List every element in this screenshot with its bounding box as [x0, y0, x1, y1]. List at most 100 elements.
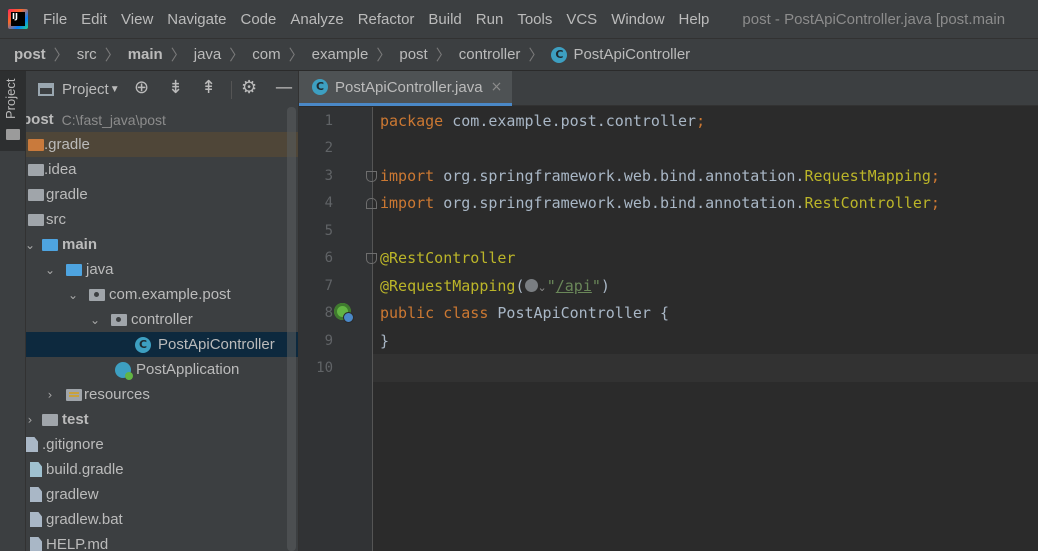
code-line-3[interactable]: 3 import org.springframework.web.bind.an… — [299, 162, 1038, 190]
chevron-down-icon[interactable]: ⌄ — [26, 238, 36, 252]
string-token: " — [546, 277, 556, 295]
folder-icon — [28, 163, 44, 176]
toolbar-separator — [231, 81, 232, 99]
menu-edit[interactable]: Edit — [81, 11, 107, 28]
breadcrumb-item[interactable]: java — [194, 46, 222, 63]
tree-item-gradlew[interactable]: gradlew — [26, 482, 298, 507]
chevron-down-icon[interactable]: ⌄ — [89, 313, 101, 327]
tree-item-src[interactable]: src — [26, 207, 298, 232]
code-lines: 1 package com.example.post.controller; 2… — [299, 107, 1038, 551]
chevron-right-icon: 〉 — [229, 47, 245, 64]
url-link-token[interactable]: /api — [556, 277, 592, 295]
locate-target-icon[interactable]: ⊕ — [134, 77, 149, 98]
code-line-6[interactable]: 6 @RestController — [299, 244, 1038, 272]
menu-run[interactable]: Run — [476, 11, 504, 28]
chevron-right-icon[interactable]: › — [26, 413, 36, 427]
code-token: PostApiController { — [488, 304, 669, 322]
code-line-2[interactable]: 2 — [299, 134, 1038, 162]
expand-all-icon[interactable]: ⇟ — [168, 77, 183, 98]
menu-view[interactable]: View — [121, 11, 153, 28]
code-line-9[interactable]: 9 } — [299, 327, 1038, 355]
editor-tab-post-api-controller[interactable]: C PostApiController.java × — [299, 71, 512, 106]
tree-item-package-com-example-post[interactable]: ⌄ com.example.post — [26, 282, 298, 307]
fold-icon[interactable] — [366, 198, 377, 209]
menu-navigate[interactable]: Navigate — [167, 11, 226, 28]
close-icon[interactable]: × — [491, 79, 503, 95]
chevron-right-icon: 〉 — [104, 47, 120, 64]
tree-item-help-md[interactable]: HELP.md — [26, 532, 298, 551]
menu-bar: File Edit View Navigate Code Analyze Ref… — [0, 0, 1038, 38]
project-panel-scrollbar[interactable] — [287, 107, 296, 551]
keyword-token: public — [380, 304, 435, 322]
dropdown-arrow-icon[interactable]: ▼ — [110, 84, 120, 95]
collapse-all-icon[interactable]: ⇞ — [201, 77, 216, 98]
gear-icon[interactable]: ⚙ — [241, 77, 257, 98]
tree-item-gradlew-bat[interactable]: gradlew.bat — [26, 507, 298, 532]
tree-item-post-api-controller[interactable]: C PostApiController — [26, 332, 298, 357]
project-path: C:\fast_java\post — [61, 111, 166, 128]
tree-item-java[interactable]: ⌄ java — [26, 257, 298, 282]
tree-item-test[interactable]: › test — [26, 407, 298, 432]
menu-vcs[interactable]: VCS — [566, 11, 597, 28]
code-line-7[interactable]: 7 @RequestMapping(⌄"/api") — [299, 272, 1038, 300]
tree-item-post[interactable]: post C:\fast_java\post — [26, 107, 298, 132]
fold-icon[interactable] — [366, 253, 377, 264]
breadcrumb-item[interactable]: post — [399, 46, 427, 63]
tree-item-post-application[interactable]: PostApplication — [26, 357, 298, 382]
chevron-right-icon: 〉 — [435, 47, 451, 64]
tree-item-build-gradle[interactable]: build.gradle — [26, 457, 298, 482]
breadcrumb-item[interactable]: controller — [459, 46, 521, 63]
package-icon — [111, 313, 127, 326]
menu-refactor[interactable]: Refactor — [358, 11, 415, 28]
annotation-token: @RestController — [380, 249, 516, 267]
project-view-icon — [38, 82, 54, 96]
line-number: 2 — [324, 140, 333, 156]
tree-item-main[interactable]: ⌄ main — [26, 232, 298, 257]
punctuation-token: ; — [696, 112, 706, 130]
fold-icon[interactable] — [366, 171, 377, 182]
spring-bean-gutter-icon[interactable] — [334, 303, 354, 323]
java-class-icon: C — [135, 336, 151, 353]
project-view-selector[interactable]: Project — [62, 81, 109, 98]
chevron-down-icon[interactable]: ⌄ — [67, 288, 79, 302]
menu-analyze[interactable]: Analyze — [290, 11, 343, 28]
breadcrumb-item[interactable]: example — [312, 46, 369, 63]
project-tool-window-button[interactable]: Project — [0, 71, 26, 151]
code-line-8[interactable]: 8 public class PostApiController { — [299, 299, 1038, 327]
tree-item-package-controller[interactable]: ⌄ controller — [26, 307, 298, 332]
chevron-right-icon[interactable]: › — [44, 388, 56, 402]
code-line-10[interactable]: 10 — [299, 354, 1038, 382]
code-line-4[interactable]: 4 import org.springframework.web.bind.an… — [299, 189, 1038, 217]
code-line-5[interactable]: 5 — [299, 217, 1038, 245]
tree-item-resources[interactable]: › resources — [26, 382, 298, 407]
menu-tools[interactable]: Tools — [517, 11, 552, 28]
line-number: 7 — [324, 278, 333, 294]
tree-item-gradle-cache[interactable]: .gradle — [26, 132, 298, 157]
keyword-token: import — [380, 194, 435, 212]
chevron-down-icon[interactable]: ⌄ — [44, 263, 56, 277]
breadcrumb-item[interactable]: PostApiController — [573, 46, 690, 63]
menu-build[interactable]: Build — [428, 11, 461, 28]
breadcrumb-item[interactable]: com — [252, 46, 280, 63]
tree-item-gradle[interactable]: gradle — [26, 182, 298, 207]
menu-window[interactable]: Window — [611, 11, 664, 28]
menu-code[interactable]: Code — [240, 11, 276, 28]
globe-icon[interactable] — [524, 279, 538, 292]
string-token: " — [591, 277, 601, 295]
tree-item-gitignore[interactable]: .gitignore — [26, 432, 298, 457]
menu-help[interactable]: Help — [679, 11, 710, 28]
tree-item-label: com.example.post — [109, 286, 231, 303]
source-root-folder-icon — [42, 238, 58, 251]
menu-file[interactable]: File — [43, 11, 67, 28]
chevron-down-icon[interactable]: ⌄ — [538, 281, 547, 294]
tree-item-idea[interactable]: .idea — [26, 157, 298, 182]
line-number: 9 — [324, 333, 333, 349]
hide-panel-icon[interactable]: — — [275, 77, 293, 98]
breadcrumb-item[interactable]: src — [77, 46, 97, 63]
breadcrumb-item[interactable]: main — [128, 46, 163, 63]
breadcrumb-item[interactable]: post — [14, 46, 46, 63]
gradle-file-icon — [30, 462, 42, 477]
code-line-1[interactable]: 1 package com.example.post.controller; — [299, 107, 1038, 135]
folder-icon — [42, 413, 58, 426]
code-token: } — [380, 332, 390, 350]
